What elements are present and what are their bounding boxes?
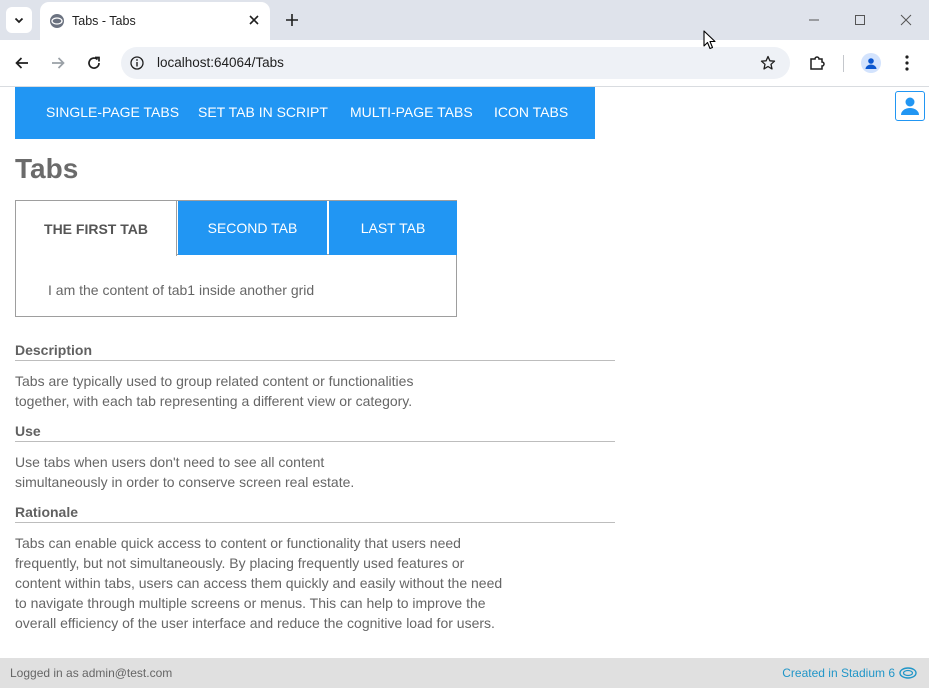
puzzle-icon [810,56,825,70]
text-line: content within tabs, users can access th… [15,575,503,591]
address-bar[interactable]: localhost:64064/Tabs [121,47,790,79]
nav-single-page-tabs[interactable]: SINGLE-PAGE TABS [46,104,179,120]
minimize-icon [809,19,819,21]
site-info-icon[interactable] [128,54,146,72]
text-line: Tabs can enable quick access to content … [15,535,461,551]
browser-titlebar: Tabs - Tabs [0,0,929,40]
tab-last[interactable]: LAST TAB [329,201,457,255]
user-icon [901,97,919,115]
back-icon [15,57,28,69]
toolbar-separator [843,55,844,72]
tab-panel-content: I am the content of tab1 inside another … [48,282,315,298]
section-text-description: Tabs are typically used to group related… [15,371,515,411]
more-vert-icon [905,55,909,71]
created-in-stadium-link[interactable]: Created in Stadium 6 [782,666,895,680]
back-button[interactable] [10,51,34,75]
text-line: simultaneously in order to conserve scre… [15,474,355,490]
user-account-button[interactable] [895,91,925,121]
window-close-icon [900,14,912,26]
mouse-cursor-icon [703,30,716,50]
stadium-logo-icon [899,667,917,679]
section-heading-description: Description [15,343,615,361]
window-close-button[interactable] [891,6,921,34]
plus-icon [286,14,298,26]
status-bar: Logged in as admin@test.com Created in S… [0,658,929,688]
tabs-container: THE FIRST TAB SECOND TAB LAST TAB I am t… [15,200,457,317]
section-heading-use: Use [15,424,615,442]
nav-set-tab-in-script[interactable]: SET TAB IN SCRIPT [198,104,328,120]
section-text-rationale: Tabs can enable quick access to content … [15,533,515,633]
text-line: Tabs are typically used to group related… [15,373,414,389]
logged-in-text: Logged in as admin@test.com [10,666,173,680]
reload-button[interactable] [82,51,106,75]
nav-multi-page-tabs[interactable]: MULTI-PAGE TABS [350,104,473,120]
tab-title: Tabs - Tabs [72,14,136,28]
maximize-button[interactable] [845,6,875,34]
new-tab-button[interactable] [280,8,304,32]
top-navigation: SINGLE-PAGE TABS SET TAB IN SCRIPT MULTI… [15,87,595,139]
page-title: Tabs [15,153,79,184]
text-line: together, with each tab representing a d… [15,393,413,409]
more-menu-button[interactable] [895,51,919,75]
forward-button[interactable] [46,51,70,75]
maximize-icon [855,15,865,25]
text-line: overall efficiency of the user interface… [15,615,495,631]
forward-icon [52,57,65,69]
url-text[interactable]: localhost:64064/Tabs [157,55,284,70]
section-text-use: Use tabs when users don't need to see al… [15,452,515,492]
bookmark-star-icon[interactable] [759,54,777,72]
profile-button[interactable] [859,51,883,75]
extensions-button[interactable] [805,51,829,75]
text-line: Use tabs when users don't need to see al… [15,454,325,470]
reload-icon [88,56,100,69]
close-tab-icon[interactable] [246,12,262,28]
text-line: frequently, but not simultaneously. By p… [15,555,465,571]
tab-second[interactable]: SECOND TAB [178,201,327,255]
tabs-strip: THE FIRST TAB SECOND TAB LAST TAB [16,201,457,256]
nav-icon-tabs[interactable]: ICON TABS [494,104,568,120]
text-line: to navigate through multiple screens or … [15,595,486,611]
profile-icon [861,53,881,73]
favicon-icon [50,14,64,28]
chevron-down-icon [14,17,24,24]
tab-search-button[interactable] [6,7,32,33]
minimize-button[interactable] [799,6,829,34]
browser-toolbar: localhost:64064/Tabs [0,40,929,87]
tab-first[interactable]: THE FIRST TAB [16,201,177,256]
section-heading-rationale: Rationale [15,505,615,523]
browser-tab[interactable]: Tabs - Tabs [40,2,270,40]
